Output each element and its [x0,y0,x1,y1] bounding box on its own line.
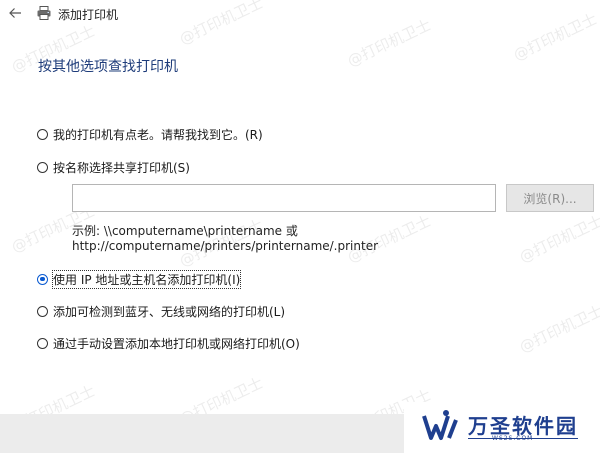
option-label: 使用 IP 地址或主机名添加打印机(I) [51,269,242,289]
printer-name-input[interactable] [72,184,496,212]
page-heading: 按其他选项查找打印机 [38,59,178,75]
example-text: 示例: \\computername\printername 或 [72,224,298,238]
radio-button[interactable] [37,305,48,317]
title-bar: 添加打印机 [0,0,600,28]
option-bluetooth-wireless-network[interactable]: 添加可检测到蓝牙、无线或网络的打印机(L) [37,302,285,320]
radio-button-selected[interactable] [37,273,48,285]
option-label: 添加可检测到蓝牙、无线或网络的打印机(L) [53,304,286,319]
brand-url: WS2S.COM [492,435,534,442]
watermark: @打印机卫士 [516,211,600,267]
radio-button[interactable] [37,128,48,140]
radio-button[interactable] [37,161,48,173]
watermark: @打印机卫士 [516,301,600,357]
window-title: 添加打印机 [58,8,119,22]
example-url-text: http://computername/printers/printername… [72,239,379,253]
radio-button[interactable] [37,337,48,349]
brand-logo-icon [422,410,462,448]
option-label: 我的打印机有点老。请帮我找到它。(R) [53,127,263,142]
option-shared-printer-by-name[interactable]: 按名称选择共享打印机(S) [37,158,190,176]
option-old-printer[interactable]: 我的打印机有点老。请帮我找到它。(R) [37,125,263,143]
option-manual-local-network[interactable]: 通过手动设置添加本地打印机或网络打印机(O) [37,334,300,352]
option-ip-address[interactable]: 使用 IP 地址或主机名添加打印机(I) [37,269,242,289]
back-arrow-icon[interactable] [6,4,24,22]
option-label: 通过手动设置添加本地打印机或网络打印机(O) [53,336,300,351]
printer-icon [36,5,52,21]
browse-button[interactable]: 浏览(R)... [506,184,594,212]
brand-watermark: 万圣软件园 WS2S.COM [404,402,600,453]
option-label: 按名称选择共享打印机(S) [53,160,190,175]
